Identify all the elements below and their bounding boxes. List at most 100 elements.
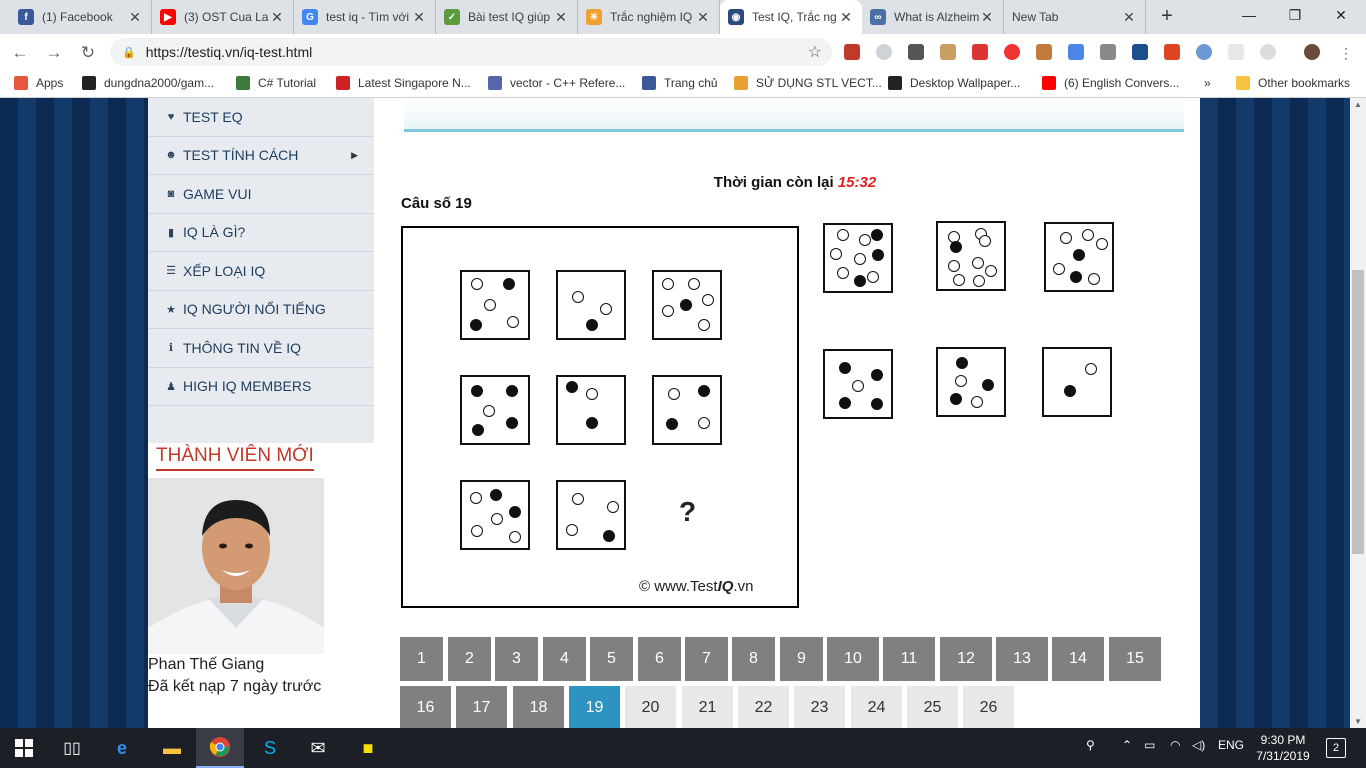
tab-4[interactable]: ✳ Trắc nghiệm IQ ✕ [578, 0, 720, 34]
battery-icon[interactable]: ▭ [1144, 738, 1155, 752]
tray-overflow-icon[interactable]: ⌃ [1122, 738, 1132, 752]
wifi-icon[interactable]: ◠ [1170, 738, 1180, 752]
page-button[interactable]: 25 [907, 686, 958, 728]
tab-close-icon[interactable]: ✕ [1121, 9, 1137, 26]
notification-center-icon[interactable]: 2 [1326, 738, 1346, 758]
reload-button[interactable]: ↻ [76, 41, 100, 65]
bookmark-item[interactable]: C# Tutorial [236, 76, 316, 90]
extension-icon[interactable] [876, 44, 892, 60]
globe-extension-icon[interactable] [1196, 44, 1212, 60]
sidebar-item-7[interactable]: ♟ HIGH IQ MEMBERS [148, 368, 374, 406]
chrome-taskbar-icon[interactable] [196, 728, 244, 768]
task-view-icon[interactable]: ▯▯ [48, 728, 96, 768]
tab-2[interactable]: Gtest iq - Tìm với ✕ [294, 0, 436, 34]
sidebar-item-1[interactable]: ☻ TEST TÍNH CÁCH ▶ [148, 137, 374, 175]
page-button[interactable]: 16 [400, 686, 451, 728]
page-button[interactable]: 4 [543, 637, 586, 681]
translate-extension-icon[interactable] [1068, 44, 1084, 60]
bookmark-item[interactable]: Apps [14, 76, 63, 90]
bookmark-item[interactable]: vector - C++ Refere... [488, 76, 625, 90]
member-photo[interactable] [148, 478, 324, 654]
file-explorer-icon[interactable]: ▬ [148, 728, 196, 768]
page-button[interactable]: 6 [638, 637, 681, 681]
page-button[interactable]: 22 [738, 686, 789, 728]
answer-option-5[interactable] [936, 347, 1006, 417]
tab-0[interactable]: f (1) Facebook ✕ [10, 0, 152, 34]
sidebar-item-6[interactable]: ℹ THÔNG TIN VỀ IQ [148, 329, 374, 368]
media-extension-icon[interactable] [972, 44, 988, 60]
blank-extension-icon[interactable] [1228, 44, 1244, 60]
scroll-thumb[interactable] [1352, 270, 1364, 554]
box-extension-icon[interactable] [940, 44, 956, 60]
page-button[interactable]: 10 [827, 637, 879, 681]
member-name[interactable]: Phan Thế Giang [148, 656, 264, 674]
maximize-button[interactable]: ❐ [1272, 0, 1318, 30]
page-button[interactable]: 14 [1052, 637, 1104, 681]
page-button[interactable]: 19 [569, 686, 620, 728]
edge-icon[interactable]: e [98, 728, 146, 768]
bookmark-item[interactable]: (6) English Convers... [1042, 76, 1179, 90]
sticky-notes-icon[interactable]: ■ [344, 728, 392, 768]
page-button[interactable]: 13 [996, 637, 1048, 681]
address-bar[interactable]: 🔒 https://testiq.vn/iq-test.html ☆ [110, 38, 832, 66]
minimize-button[interactable]: — [1226, 0, 1272, 30]
answer-option-1[interactable] [823, 223, 893, 293]
page-button[interactable]: 23 [794, 686, 845, 728]
bookmark-item[interactable]: Latest Singapore N... [336, 76, 471, 90]
tab-1[interactable]: ▶ (3) OST Cua Lai ✕ [152, 0, 294, 34]
tab-7[interactable]: New Tab ✕ [1004, 0, 1146, 34]
new-tab-button[interactable]: + [1156, 6, 1178, 28]
page-button[interactable]: 5 [590, 637, 633, 681]
scroll-up-arrow[interactable]: ▲ [1354, 100, 1362, 109]
page-button[interactable]: 21 [682, 686, 733, 728]
forward-button[interactable]: → [42, 41, 66, 65]
answer-option-6[interactable] [1042, 347, 1112, 417]
page-button[interactable]: 2 [448, 637, 491, 681]
record-extension-icon[interactable] [1004, 44, 1020, 60]
tab-close-icon[interactable]: ✕ [979, 9, 995, 26]
page-button[interactable]: 7 [685, 637, 728, 681]
profile-avatar[interactable] [1304, 44, 1320, 60]
tab-3[interactable]: ✓ Bài test IQ giúp ✕ [436, 0, 578, 34]
answer-option-4[interactable] [823, 349, 893, 419]
page-button[interactable]: 3 [495, 637, 538, 681]
back-button[interactable]: ← [8, 41, 32, 65]
page-button[interactable]: 24 [851, 686, 902, 728]
bookmark-star-icon[interactable]: ☆ [808, 42, 822, 62]
sidebar-item-4[interactable]: ☰ XẾP LOẠI IQ [148, 252, 374, 291]
bookmark-item[interactable]: SỬ DỤNG STL VECT... [734, 76, 882, 90]
answer-option-2[interactable] [936, 221, 1006, 291]
skype-icon[interactable]: S [246, 728, 294, 768]
page-button[interactable]: 18 [513, 686, 564, 728]
close-window-button[interactable]: ✕ [1318, 0, 1364, 30]
page-button[interactable]: 17 [456, 686, 507, 728]
windows-start-icon[interactable] [0, 728, 48, 768]
page-button[interactable]: 1 [400, 637, 443, 681]
sidebar-item-2[interactable]: ◙ GAME VUI [148, 175, 374, 214]
tab-close-icon[interactable]: ✕ [838, 9, 854, 26]
page-button[interactable]: 20 [625, 686, 676, 728]
cookie-extension-icon[interactable] [1036, 44, 1052, 60]
cors-extension-icon[interactable] [1164, 44, 1180, 60]
sidebar-item-3[interactable]: ▮ IQ LÀ GÌ? [148, 214, 374, 252]
scroll-down-arrow[interactable]: ▼ [1354, 717, 1362, 726]
bookmark-item[interactable]: Trang chủ [642, 76, 718, 90]
clock-extension-icon[interactable] [1260, 44, 1276, 60]
system-clock[interactable]: 9:30 PM 7/31/2019 [1248, 732, 1318, 764]
people-icon[interactable]: ⚲ [1086, 738, 1095, 752]
bookmarks-overflow-button[interactable]: » [1204, 76, 1211, 90]
bookmark-item[interactable]: Desktop Wallpaper... [888, 76, 1020, 90]
j-extension-icon[interactable] [1132, 44, 1148, 60]
page-button[interactable]: 11 [883, 637, 935, 681]
answer-option-3[interactable] [1044, 222, 1114, 292]
menu-dots-icon[interactable]: ⋮ [1334, 41, 1358, 65]
language-indicator[interactable]: ENG [1218, 738, 1244, 752]
bookmark-item[interactable]: dungdna2000/gam... [82, 76, 214, 90]
adblock-extension-icon[interactable] [844, 44, 860, 60]
page-button[interactable]: 8 [732, 637, 775, 681]
tab-6[interactable]: ∞ What is Alzheim ✕ [862, 0, 1004, 34]
volume-icon[interactable]: ◁) [1192, 738, 1205, 752]
sidebar-item-0[interactable]: ♥ TEST EQ [148, 98, 374, 137]
dropper-extension-icon[interactable] [1100, 44, 1116, 60]
page-button[interactable]: 9 [780, 637, 823, 681]
